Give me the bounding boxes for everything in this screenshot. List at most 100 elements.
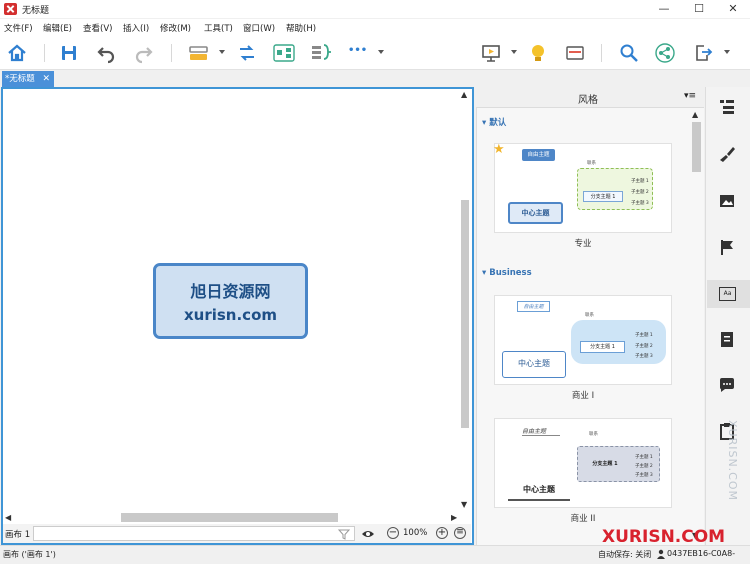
tab-label: *无标题	[5, 74, 35, 84]
eye-icon[interactable]	[361, 528, 375, 540]
status-sheet-text: 画布 ('画布 1')	[3, 550, 56, 559]
branch-topic: 分支主题 1	[580, 341, 625, 353]
central-topic[interactable]: 旭日资源网 xurisn.com	[153, 263, 308, 339]
relationship-icon[interactable]	[236, 42, 258, 64]
minimize-button[interactable]: —	[647, 0, 681, 18]
outline-view-icon[interactable]	[564, 42, 586, 64]
subtopic: 子主题 2	[631, 190, 649, 195]
autosave-status[interactable]: 自动保存: 关闭	[598, 549, 651, 560]
outline-icon[interactable]	[718, 98, 736, 116]
image-icon[interactable]	[718, 192, 736, 210]
presentation-dropdown-caret[interactable]	[511, 50, 517, 54]
menu-bar	[0, 19, 750, 36]
toolbar-separator	[601, 44, 602, 62]
relation-label: 联系	[589, 432, 598, 437]
scroll-down-arrow[interactable]: ▼	[461, 500, 467, 509]
maximize-button[interactable]: ☐	[682, 0, 716, 18]
subtopic: 子主题 1	[635, 455, 653, 460]
tab-close-icon[interactable]: ✕	[42, 71, 50, 87]
menu-tools[interactable]: 工具(T)	[204, 22, 233, 34]
menu-modify[interactable]: 修改(M)	[160, 22, 191, 34]
zoom-out-button[interactable]: −	[387, 527, 399, 539]
style-aa-icon[interactable]: Aa	[719, 287, 736, 301]
relation-label: 联系	[587, 161, 596, 166]
more-dropdown-caret[interactable]	[378, 50, 384, 54]
subtopic: 子主题 3	[635, 473, 653, 478]
floating-topic: 自由主题	[517, 301, 550, 312]
boundary-icon[interactable]	[272, 42, 296, 64]
menu-view[interactable]: 查看(V)	[83, 22, 112, 34]
summary-icon[interactable]	[309, 42, 333, 64]
style-panel-title: 风格	[578, 95, 598, 106]
redo-icon[interactable]	[133, 42, 155, 64]
filter-icon[interactable]	[338, 528, 350, 540]
format-brush-icon[interactable]	[718, 145, 736, 163]
watermark-overlay: XURISN.COM	[602, 527, 726, 547]
vertical-scrollbar-thumb[interactable]	[461, 200, 469, 428]
idea-bulb-icon[interactable]	[527, 42, 549, 64]
title-bar	[0, 0, 750, 18]
scroll-left-arrow[interactable]: ◀	[5, 513, 11, 522]
central-topic-preview: 中心主题	[502, 351, 566, 378]
style-thumbnail-professional[interactable]: ★ 自由主题 联系 分支主题 1 子主题 1 子主题 2 子主题 3 中心主题	[493, 142, 672, 233]
comments-icon[interactable]	[718, 376, 736, 394]
menu-insert[interactable]: 插入(I)	[123, 22, 149, 34]
section-business-header[interactable]: ▾ Business	[482, 268, 532, 278]
horizontal-scrollbar-thumb[interactable]	[121, 513, 338, 522]
window-title: 无标题	[22, 6, 50, 16]
central-topic-preview: 中心主题	[508, 202, 563, 224]
style-caption-business-2: 商业 II	[570, 514, 596, 524]
subtopic: 子主题 1	[635, 333, 653, 338]
export-dropdown-caret[interactable]	[724, 50, 730, 54]
tab-untitled[interactable]: *无标题 ✕	[2, 71, 54, 87]
user-icon	[657, 549, 665, 559]
section-default-header[interactable]: ▾ 默认	[482, 116, 506, 128]
topic-dropdown-caret[interactable]	[219, 50, 225, 54]
notes-icon[interactable]	[718, 330, 736, 348]
document-id: 0437EB16-C0A8-	[667, 549, 736, 558]
panel-scrollbar-thumb[interactable]	[692, 122, 701, 172]
close-button[interactable]: ✕	[716, 0, 750, 18]
scroll-right-arrow[interactable]: ▶	[451, 513, 457, 522]
scroll-up-arrow[interactable]: ▲	[461, 90, 467, 99]
marker-flag-icon[interactable]	[718, 238, 736, 256]
central-topic-line2: xurisn.com	[183, 306, 278, 324]
panel-scroll-up-arrow[interactable]: ▲	[692, 110, 698, 119]
branch-topic: 分支主题 1	[592, 461, 618, 467]
subtopic: 子主题 3	[635, 354, 653, 359]
save-icon[interactable]	[58, 42, 80, 64]
side-watermark: XURISN.COM	[726, 420, 739, 502]
section-business-label: Business	[489, 268, 532, 278]
zoom-in-button[interactable]: +	[436, 527, 448, 539]
panel-menu-icon[interactable]: ▾≡	[684, 91, 696, 101]
menu-file[interactable]: 文件(F)	[4, 22, 33, 34]
export-icon[interactable]	[692, 42, 714, 64]
favorite-star-icon: ★	[493, 142, 505, 157]
style-caption-professional: 专业	[574, 239, 592, 249]
sheet-label[interactable]: 画布 1	[5, 528, 30, 540]
relation-label: 联系	[585, 313, 594, 318]
fit-view-button[interactable]: ≡	[454, 527, 466, 539]
sheet-name-field[interactable]	[33, 526, 355, 541]
app-logo-icon	[4, 3, 17, 15]
search-icon[interactable]	[618, 42, 640, 64]
more-button[interactable]: •••	[348, 45, 367, 56]
central-topic-preview: 中心主题	[508, 481, 570, 501]
undo-icon[interactable]	[95, 42, 117, 64]
style-caption-business-1: 商业 I	[571, 391, 595, 401]
menu-window[interactable]: 窗口(W)	[243, 22, 275, 34]
share-icon[interactable]	[654, 42, 676, 64]
style-thumbnail-business-2[interactable]: 自由主题 联系 分支主题 1 子主题 1 子主题 2 子主题 3 中心主题	[494, 418, 672, 508]
home-icon[interactable]	[6, 42, 28, 64]
zoom-level: 100%	[403, 528, 428, 538]
menu-edit[interactable]: 编辑(E)	[43, 22, 72, 34]
section-default-label: 默认	[489, 118, 507, 128]
subtopic: 子主题 2	[635, 464, 653, 469]
subtopic: 子主题 1	[631, 179, 649, 184]
style-thumbnail-business-1[interactable]: 自由主题 联系 分支主题 1 子主题 1 子主题 2 子主题 3 中心主题	[494, 295, 672, 385]
subtopic: 子主题 3	[631, 201, 649, 206]
menu-help[interactable]: 帮助(H)	[286, 22, 316, 34]
topic-icon[interactable]	[187, 42, 211, 64]
toolbar-separator	[171, 44, 172, 62]
presentation-icon[interactable]	[480, 42, 502, 64]
